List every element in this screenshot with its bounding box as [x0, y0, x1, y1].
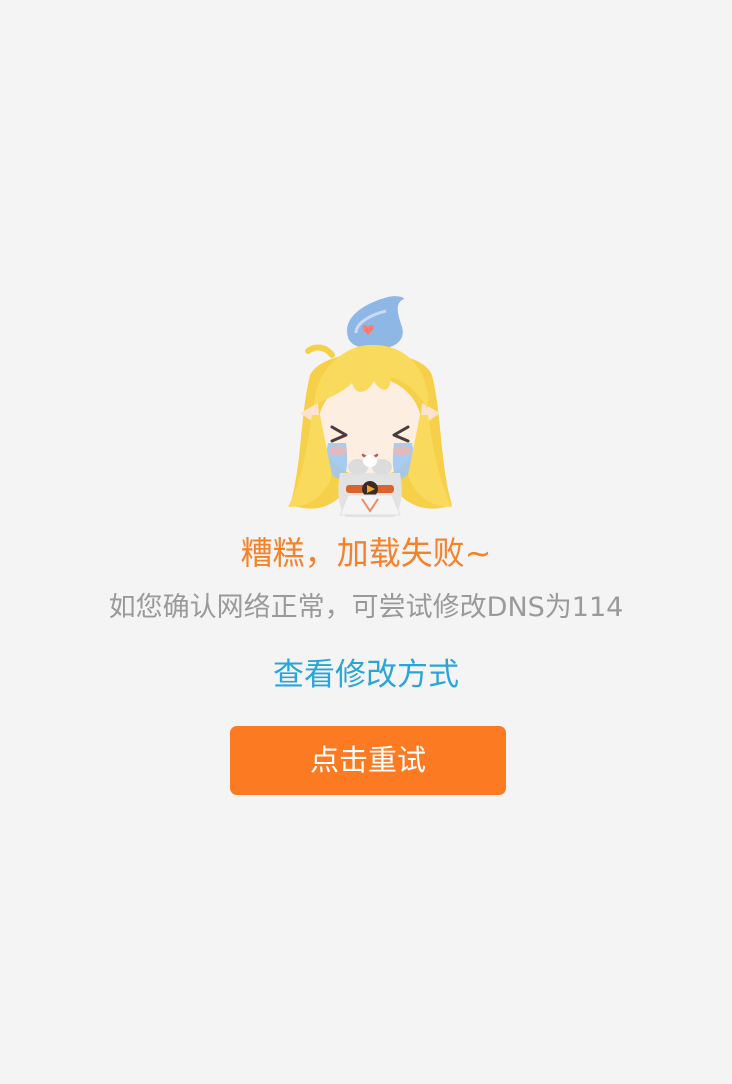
view-fix-method-link[interactable]: 查看修改方式	[0, 653, 732, 697]
error-description: 如您确认网络正常，可尝试修改DNS为114	[108, 592, 624, 623]
error-title: 糟糕，加载失败~	[240, 534, 492, 572]
crying-mascot-illustration	[288, 296, 452, 517]
hat-icon	[347, 296, 404, 349]
retry-button[interactable]: 点击重试	[230, 726, 506, 795]
